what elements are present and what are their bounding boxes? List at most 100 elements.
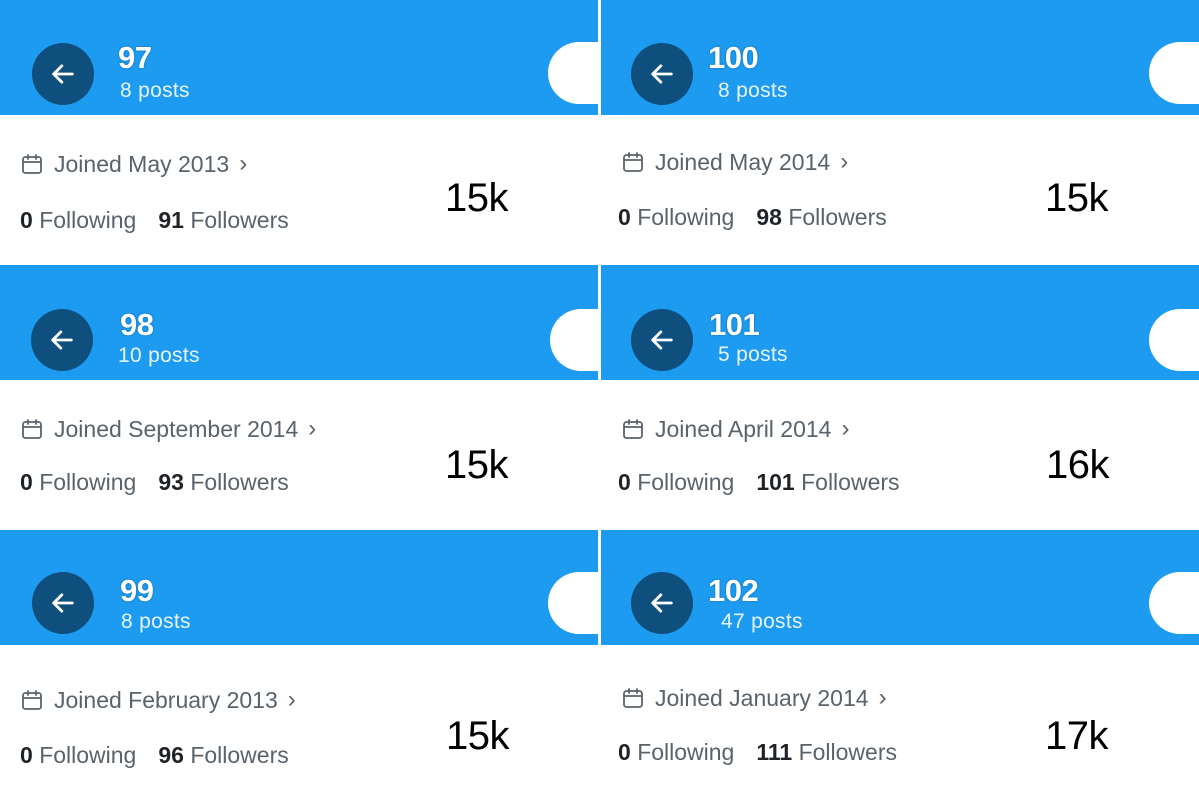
back-button[interactable] <box>31 309 93 371</box>
following-link[interactable]: 0 Following <box>618 469 734 495</box>
back-button[interactable] <box>631 572 693 634</box>
views-annotation: 16k <box>1046 443 1110 487</box>
followers-count: 101 <box>756 469 795 495</box>
joined-date[interactable]: Joined May 2014 › <box>621 148 848 176</box>
views-annotation: 15k <box>445 443 509 487</box>
following-link[interactable]: 0 Following <box>20 469 136 495</box>
back-button[interactable] <box>32 572 94 634</box>
followers-count: 98 <box>756 204 782 230</box>
following-count: 0 <box>618 739 631 765</box>
back-button[interactable] <box>32 43 94 105</box>
calendar-icon <box>623 688 643 708</box>
following-label: Following <box>39 742 137 768</box>
calendar-icon <box>22 154 42 174</box>
back-button[interactable] <box>631 43 693 105</box>
following-label: Following <box>637 469 735 495</box>
profile-header: 100 8 posts <box>601 0 1199 115</box>
follow-stats: 0 Following 98 Followers <box>618 204 887 231</box>
joined-date[interactable]: Joined September 2014 › <box>20 415 316 443</box>
following-count: 0 <box>20 207 33 233</box>
followers-link[interactable]: 96 Followers <box>158 742 288 768</box>
calendar-icon <box>22 690 42 710</box>
follow-button[interactable] <box>550 309 598 371</box>
following-label: Following <box>637 204 735 230</box>
chevron-right-icon: › <box>841 415 850 442</box>
arrow-left-icon <box>52 593 74 613</box>
follow-button[interactable] <box>548 42 598 104</box>
post-count: 8 posts <box>121 610 191 633</box>
chevron-right-icon: › <box>287 686 296 713</box>
follow-stats: 0 Following 101 Followers <box>618 469 900 496</box>
followers-label: Followers <box>801 469 900 495</box>
joined-label: Joined January 2014 <box>655 684 869 711</box>
profile-panel: 102 47 posts Joined January 2014 › 0 Fol… <box>601 530 1199 800</box>
joined-label: Joined September 2014 <box>54 415 299 442</box>
follow-stats: 0 Following 96 Followers <box>20 742 289 769</box>
back-button[interactable] <box>631 309 693 371</box>
followers-count: 91 <box>158 207 184 233</box>
profile-name: 97 <box>118 40 152 75</box>
followers-label: Followers <box>788 204 887 230</box>
profile-name: 102 <box>708 573 759 608</box>
joined-date[interactable]: Joined February 2013 › <box>20 686 296 714</box>
profile-panel: 101 5 posts Joined April 2014 › 0 Follow… <box>601 265 1199 527</box>
joined-label: Joined April 2014 <box>655 415 832 442</box>
joined-label: Joined May 2014 <box>655 148 831 175</box>
calendar-icon <box>22 419 42 439</box>
followers-label: Followers <box>798 739 897 765</box>
followers-link[interactable]: 101 Followers <box>756 469 899 495</box>
profile-header: 101 5 posts <box>601 265 1199 380</box>
following-link[interactable]: 0 Following <box>20 742 136 768</box>
following-link[interactable]: 0 Following <box>618 739 734 765</box>
arrow-left-icon <box>51 330 73 350</box>
joined-date[interactable]: Joined May 2013 › <box>20 150 247 178</box>
arrow-left-icon <box>52 64 74 84</box>
follow-button[interactable] <box>548 572 598 634</box>
views-annotation: 15k <box>446 714 510 758</box>
followers-label: Followers <box>190 469 289 495</box>
follow-button[interactable] <box>1149 309 1199 371</box>
following-link[interactable]: 0 Following <box>618 204 734 230</box>
profile-panel: 100 8 posts Joined May 2014 › 0 Followin… <box>601 0 1199 264</box>
joined-label: Joined May 2013 <box>54 150 230 177</box>
followers-label: Followers <box>190 742 289 768</box>
chevron-right-icon: › <box>239 150 248 177</box>
views-annotation: 15k <box>1045 176 1109 220</box>
followers-link[interactable]: 93 Followers <box>158 469 288 495</box>
follow-stats: 0 Following 93 Followers <box>20 469 289 496</box>
follow-button[interactable] <box>1149 572 1199 634</box>
profile-header: 99 8 posts <box>0 530 598 645</box>
followers-link[interactable]: 91 Followers <box>158 207 288 233</box>
following-label: Following <box>39 469 137 495</box>
joined-label: Joined February 2013 <box>54 686 278 713</box>
profile-name: 98 <box>120 307 154 342</box>
followers-count: 93 <box>158 469 184 495</box>
follow-stats: 0 Following 91 Followers <box>20 207 289 234</box>
follow-stats: 0 Following 111 Followers <box>618 739 897 766</box>
following-count: 0 <box>618 469 631 495</box>
views-annotation: 17k <box>1045 714 1109 758</box>
arrow-left-icon <box>651 330 673 350</box>
calendar-icon <box>623 419 643 439</box>
post-count: 8 posts <box>718 79 788 102</box>
profile-panel: 99 8 posts Joined February 2013 › 0 Foll… <box>0 530 598 800</box>
followers-link[interactable]: 111 Followers <box>756 739 897 765</box>
joined-date[interactable]: Joined April 2014 › <box>621 415 849 443</box>
followers-label: Followers <box>190 207 289 233</box>
profile-header: 102 47 posts <box>601 530 1199 645</box>
profile-header: 97 8 posts <box>0 0 598 115</box>
post-count: 47 posts <box>721 610 803 633</box>
profile-panel: 98 10 posts Joined September 2014 › 0 Fo… <box>0 265 598 527</box>
joined-date[interactable]: Joined January 2014 › <box>621 684 887 712</box>
post-count: 5 posts <box>718 343 788 366</box>
following-link[interactable]: 0 Following <box>20 207 136 233</box>
profile-header: 98 10 posts <box>0 265 598 380</box>
followers-link[interactable]: 98 Followers <box>756 204 886 230</box>
following-label: Following <box>637 739 735 765</box>
follow-button[interactable] <box>1149 42 1199 104</box>
followers-count: 96 <box>158 742 184 768</box>
post-count: 10 posts <box>118 344 200 367</box>
chevron-right-icon: › <box>840 148 849 175</box>
profile-name: 99 <box>120 573 154 608</box>
following-count: 0 <box>618 204 631 230</box>
